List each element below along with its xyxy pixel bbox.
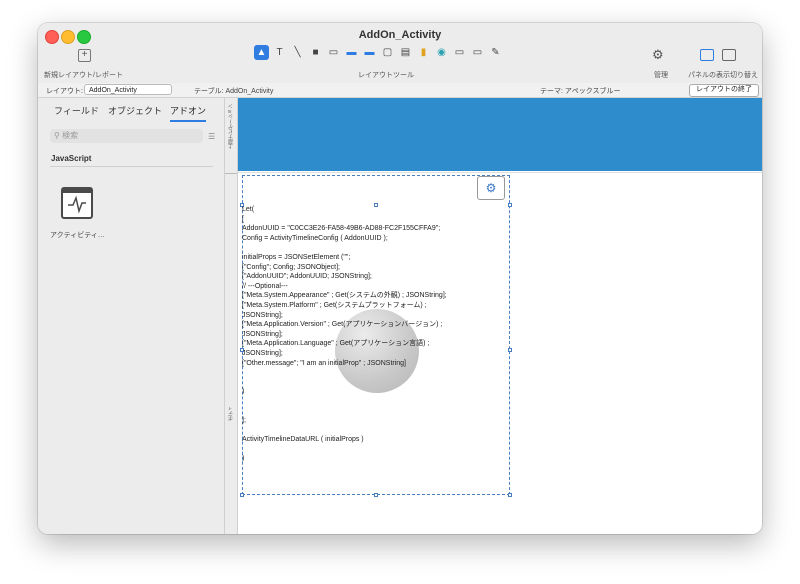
- panel-tabs: フィールド オブジェクト アドオン: [38, 104, 224, 122]
- code-line: ["Meta.Application.Language" ; Get(アプリケー…: [242, 340, 430, 348]
- table-label: テーブル: AddOn_Activity: [194, 88, 274, 95]
- code-line: ["Other.message"; "I am an initialProp" …: [242, 359, 407, 367]
- top-navigation-part[interactable]: [238, 98, 762, 171]
- code-line: initialProps = JSONSetElement ("";: [242, 253, 351, 261]
- code-line: ): [242, 388, 245, 396]
- divider: [50, 166, 213, 167]
- part-ruler: 上部ナビゲーション ボディ: [225, 98, 238, 534]
- search-placeholder: 検索: [62, 131, 79, 140]
- pointer-icon[interactable]: ▲: [254, 45, 269, 60]
- code-line: JSONString];: [242, 330, 283, 338]
- slide-icon[interactable]: ▭: [470, 45, 485, 60]
- code-line: // ---Optional---: [242, 282, 288, 290]
- layout-tools: ▲ T ╲ ■ ▭ ▬ ▬ ▢ ▤ ▮ ◉ ▭ ▭ ✎: [254, 45, 503, 61]
- list-view-icon[interactable]: ☰: [208, 132, 215, 141]
- tab-icon[interactable]: ▭: [452, 45, 467, 60]
- code-line: AddonUUID = "C0CC3E26-FA58-49B6-AD88-FC2…: [242, 225, 441, 233]
- code-line: ["AddonUUID"; AddonUUID; JSONString];: [242, 273, 372, 281]
- code-line: JSONString];: [242, 349, 283, 357]
- code-line: ];: [242, 417, 246, 425]
- body-part-label: ボディ: [228, 406, 234, 421]
- layout-tools-label: レイアウトツール: [358, 72, 414, 79]
- search-icon: ⚲: [54, 131, 60, 140]
- activity-addon-icon[interactable]: [61, 187, 93, 219]
- resize-handle[interactable]: [508, 348, 512, 352]
- code-line: ): [242, 455, 245, 463]
- tab-addons[interactable]: アドオン: [170, 104, 207, 122]
- title-bar: AddOn_Activity + 新規レイアウト/レポート ▲ T ╲ ■ ▭ …: [38, 23, 762, 84]
- left-panel: フィールド オブジェクト アドオン ⚲ 検索 ☰ JavaScript アクティ…: [38, 98, 225, 534]
- code-line: ["Meta.Application.Version" ; Get(アプリケーシ…: [242, 321, 443, 329]
- layout-canvas[interactable]: ⚙ Let( [ AddonUUID = "C0CC3E26-FA58-49B6-A…: [238, 98, 762, 534]
- top-nav-part-label: 上部ナビゲーション: [228, 104, 234, 149]
- search-input[interactable]: ⚲ 検索: [50, 129, 203, 143]
- rect-icon[interactable]: ■: [308, 45, 323, 60]
- addon-item-label: アクティビティ…: [50, 232, 105, 239]
- gear-icon[interactable]: ⚙: [652, 47, 664, 63]
- section-javascript: JavaScript: [51, 154, 92, 163]
- right-panel-icon[interactable]: [722, 49, 736, 61]
- left-panel-icon[interactable]: [700, 49, 714, 61]
- addon-settings-button[interactable]: ⚙: [477, 176, 505, 200]
- tab-fields[interactable]: フィールド: [54, 104, 99, 117]
- text-icon[interactable]: T: [272, 45, 287, 60]
- field-icon[interactable]: ▭: [326, 45, 341, 60]
- manage-label: 管理: [654, 72, 668, 79]
- code-line: ["Meta.System.Appearance" ; Get(システムの外観)…: [242, 292, 447, 300]
- app-window: AddOn_Activity + 新規レイアウト/レポート ▲ T ╲ ■ ▭ …: [38, 23, 762, 534]
- part-separator: [225, 173, 237, 174]
- tab-objects[interactable]: オブジェクト: [108, 104, 162, 117]
- exit-layout-button[interactable]: レイアウトの終了: [689, 84, 759, 97]
- line-icon[interactable]: ╲: [290, 45, 305, 60]
- panel-toggle-label: パネルの表示切り替え: [688, 72, 758, 79]
- window-title: AddOn_Activity: [358, 29, 442, 41]
- gear-icon: ⚙: [485, 181, 497, 195]
- eyedropper-icon[interactable]: ✎: [488, 45, 503, 60]
- part-boundary: [238, 172, 762, 173]
- webviewer-calculation: Let( [ AddonUUID = "C0CC3E26-FA58-49B6-AD8…: [242, 205, 508, 464]
- resize-handle[interactable]: [240, 493, 244, 497]
- resize-handle[interactable]: [508, 493, 512, 497]
- code-line: Let(: [242, 206, 255, 213]
- code-line: ActivityTimelineDataURL ( initialProps ): [242, 436, 364, 444]
- theme-label: テーマ: アペックスブルー: [540, 88, 621, 95]
- code-line: [: [242, 215, 244, 223]
- code-line: JSONString];: [242, 311, 283, 319]
- layout-prefix: レイアウト:: [46, 88, 83, 95]
- resize-handle[interactable]: [374, 493, 378, 497]
- new-layout-icon[interactable]: +: [78, 49, 91, 62]
- code-line: ["Config"; Config; JSONObject];: [242, 263, 340, 271]
- code-line: Config = ActivityTimelineConfig ( AddonU…: [242, 234, 388, 242]
- webviewer-icon[interactable]: ◉: [434, 45, 449, 60]
- panel-toggle: [700, 49, 736, 61]
- chart-icon[interactable]: ▮: [416, 45, 431, 60]
- layout-select[interactable]: AddOn_Activity: [84, 84, 172, 95]
- new-layout-label: 新規レイアウト/レポート: [44, 72, 123, 79]
- code-line: ["Meta.System.Platform" ; Get(システムプラットフォ…: [242, 301, 427, 309]
- portal-icon[interactable]: ▤: [398, 45, 413, 60]
- button-icon[interactable]: ▬: [344, 45, 359, 60]
- resize-handle[interactable]: [508, 203, 512, 207]
- button-bar-icon[interactable]: ▬: [362, 45, 377, 60]
- popover-icon[interactable]: ▢: [380, 45, 395, 60]
